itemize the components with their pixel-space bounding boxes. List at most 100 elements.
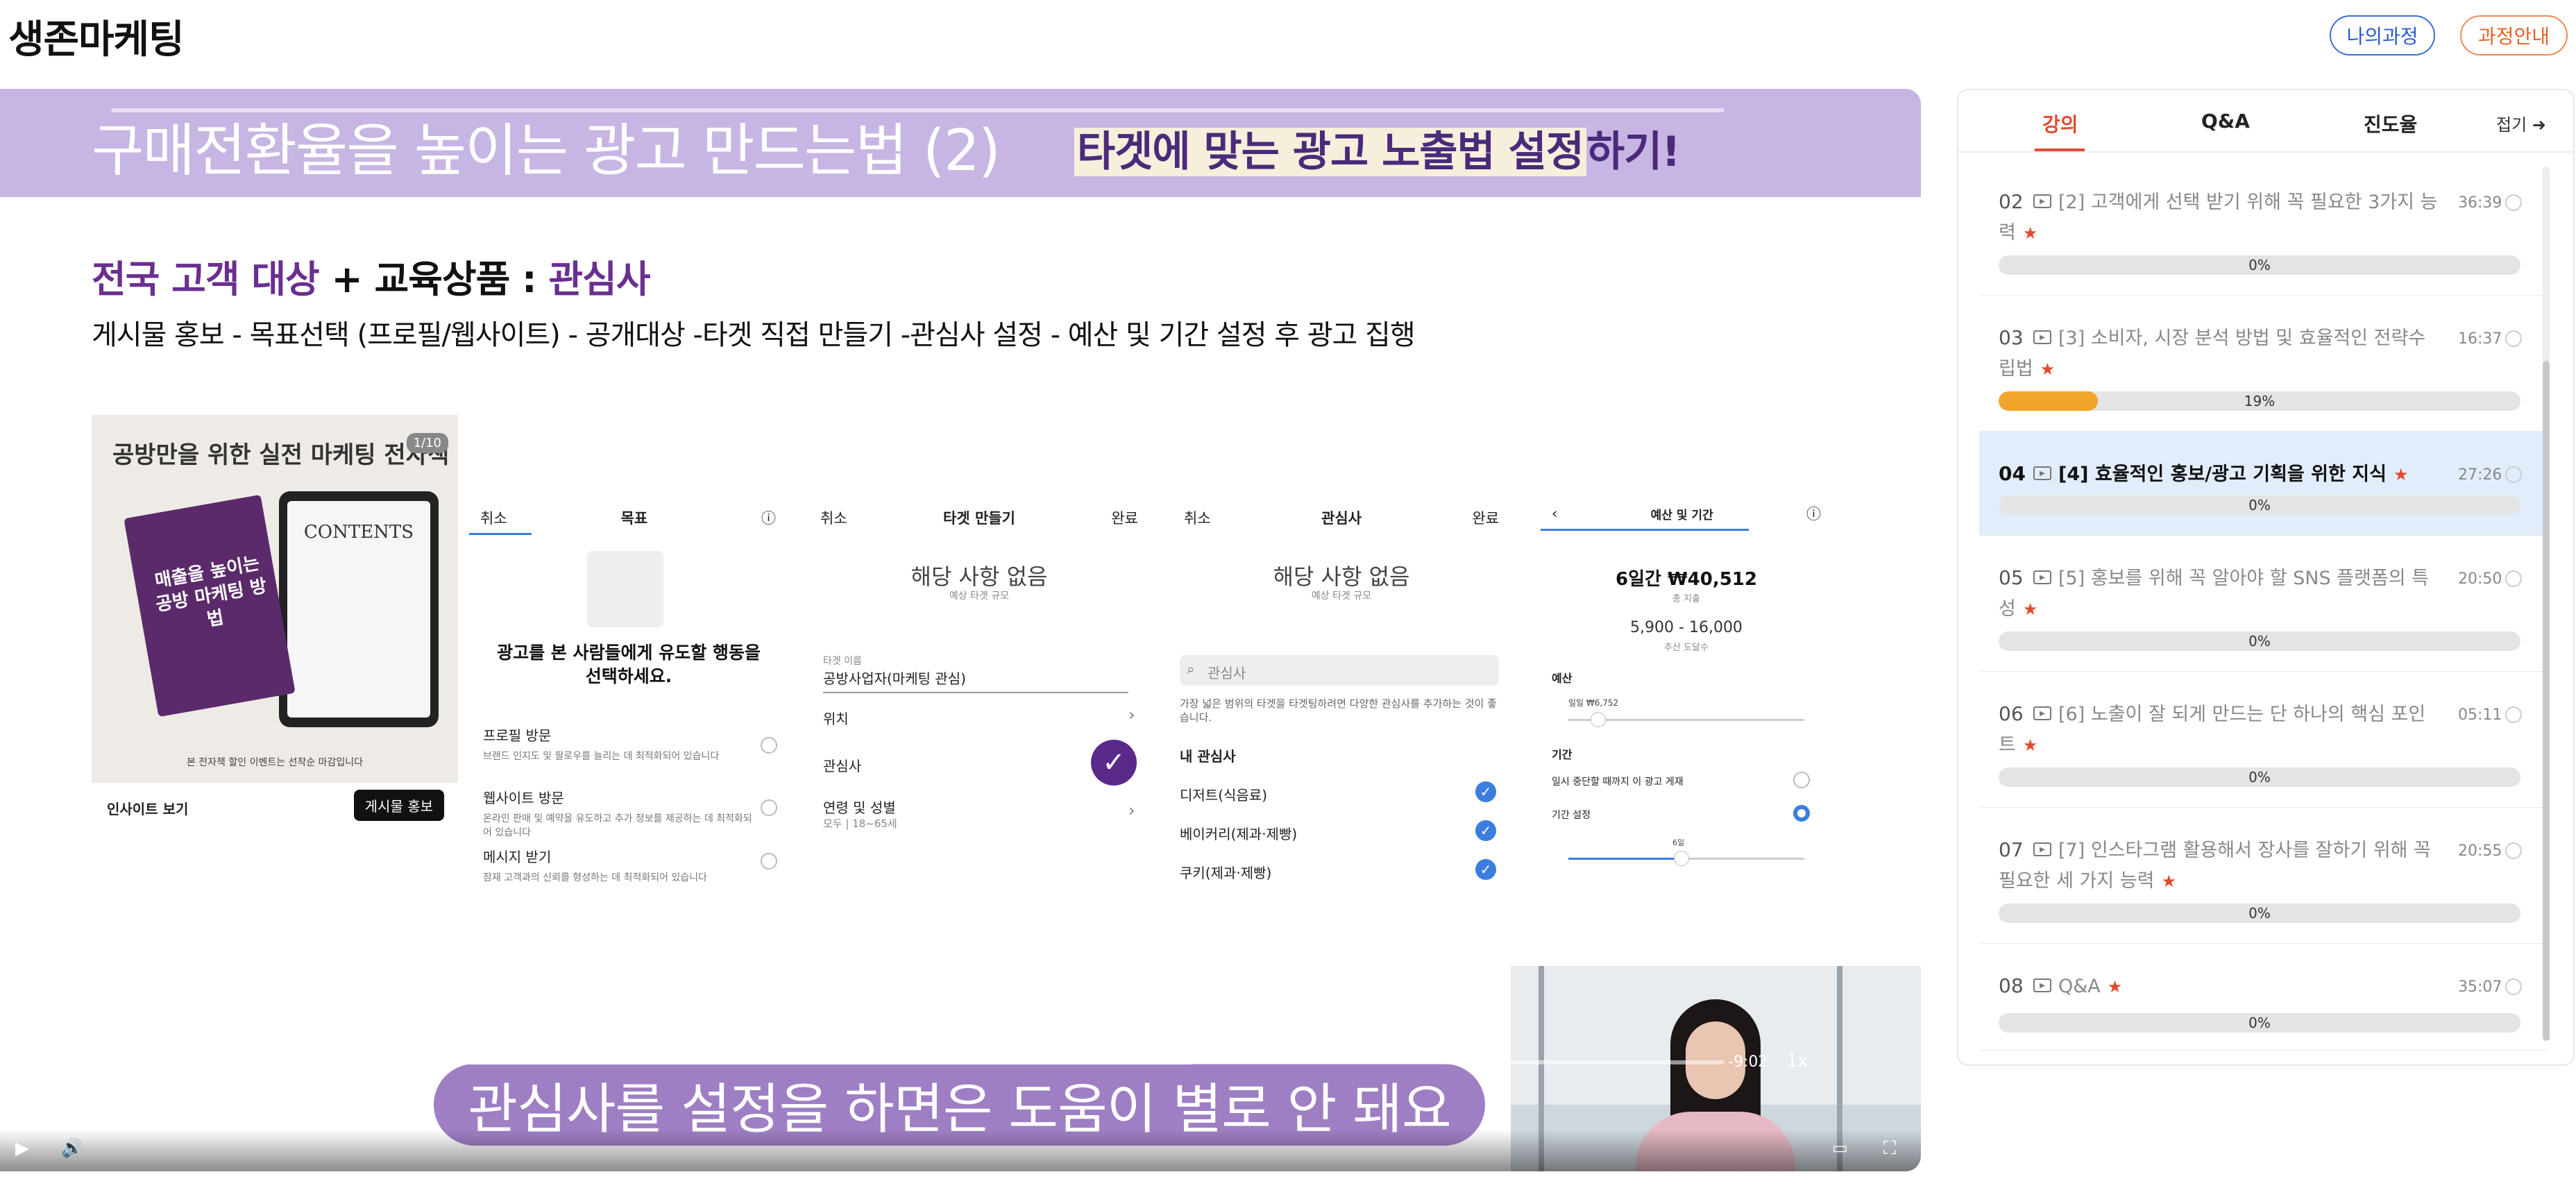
scrollbar-thumb[interactable] (2543, 361, 2550, 1041)
interest-search-field: ⌕ 관심사 (1180, 655, 1499, 686)
seek-bar[interactable] (111, 1060, 1725, 1064)
pause-option: 일시 중단할 때까지 이 광고 게재 (1552, 777, 1684, 788)
contents-heading: CONTENTS (303, 522, 414, 543)
promote-post-button: 게시물 홍보 (353, 790, 444, 821)
brand-logo[interactable]: 생존마케팅 (8, 8, 185, 65)
option-radio (761, 853, 777, 869)
goal-option-2: 웹사이트 방문 온라인 판매 및 예약을 유도하고 추가 정보를 제공하는 데 … (483, 787, 761, 839)
subhead-audience: 전국 고객 대상 (92, 257, 320, 301)
play-icon[interactable]: ▶ (15, 1138, 29, 1159)
interests-header: 취소 관심사 완료 (1173, 502, 1510, 533)
completion-check-icon (2505, 978, 2522, 995)
budget-label: 예산 (1552, 672, 1573, 685)
check-icon: ✓ (1091, 740, 1137, 786)
option-desc: 브랜드 인지도 및 팔로우를 늘리는 데 최적화되어 있습니다 (483, 751, 720, 762)
subhead-mid: + 교육상품 : (319, 257, 549, 301)
set-period-option: 기간 설정 (1552, 810, 1591, 821)
completion-check-icon (2505, 706, 2522, 723)
lesson-duration: 20:50 (2458, 570, 2502, 588)
tab-progress[interactable]: 진도율 (2364, 110, 2417, 137)
lesson-title-text: Q&A (2058, 976, 2101, 997)
lesson-progress-bar: 0% (1999, 495, 2520, 515)
panel-tabs: 강의 Q&A 진도율 접기 ➜ (1958, 90, 2573, 153)
lesson-progress-percent: 0% (2248, 497, 2271, 514)
ebook-thumbnail (587, 551, 663, 627)
info-icon: ⓘ (761, 510, 776, 527)
option-title: 웹사이트 방문 (483, 790, 564, 806)
info-icon: ⓘ (1806, 506, 1821, 523)
lesson-title-text: [4] 효율적인 홍보/광고 기획을 위한 지식 (2058, 464, 2387, 485)
subhead-interest: 관심사 (548, 257, 650, 301)
slide-title: 구매전환율을 높이는 광고 만드는법 (2) (92, 118, 1001, 184)
lesson-row[interactable]: 06 ▶ [6] 노출이 잘 되게 만드는 단 하나의 핵심 포인트 ★ 05:11 0% (1979, 672, 2548, 808)
interest-item: 디저트(식음료) (1180, 787, 1268, 804)
page-count-badge: 1/10 (406, 433, 448, 453)
back-icon: ‹ (1552, 505, 1558, 522)
target-name-value: 공방사업자(마케팅 관심) (823, 668, 1128, 693)
highlight-tail: 하기! (1586, 128, 1681, 176)
budget-total: 6일간 ₩40,512 (1616, 569, 1757, 590)
lesson-progress-bar: 0% (1999, 903, 2520, 923)
lesson-progress-percent: 0% (2248, 769, 2271, 786)
budget-reach: 5,900 - 16,000 (1630, 619, 1743, 636)
lesson-progress-percent: 0% (2248, 257, 2271, 273)
star-icon: ★ (2022, 223, 2038, 243)
tablet-screen: CONTENTS (287, 501, 430, 718)
lesson-title-text: [7] 인스타그램 활용해서 장사를 잘하기 위해 꼭 필요한 세 가지 능력 (1999, 840, 2431, 892)
target-empty-sub: 예상 타겟 규모 (949, 591, 1010, 602)
budget-title: 예산 및 기간 (1650, 508, 1713, 523)
lesson-row[interactable]: 03 ▶ [3] 소비자, 시장 분석 방법 및 효율적인 전략수립법 ★ 16:37 1… (1979, 296, 2548, 432)
option-radio (761, 737, 777, 754)
create-target-screenshot: 취소 타겟 만들기 완료 해당 사항 없음 예상 타겟 규모 타겟 이름 공방사… (809, 502, 1149, 849)
lesson-progress-bar: 0% (1999, 631, 2520, 651)
lesson-title: Q&A ★ (1999, 971, 2443, 1002)
option-title: 프로필 방문 (483, 727, 552, 744)
completion-check-icon (2505, 466, 2522, 483)
star-icon: ★ (2022, 600, 2038, 619)
book-image: 매출을 높이는 공방 마케팅 방법 (124, 494, 296, 718)
lesson-progress-bar: 19% (1999, 391, 2520, 411)
collapse-button[interactable]: 접기 ➜ (2496, 111, 2546, 135)
my-course-button[interactable]: 나의과정 (2330, 15, 2435, 56)
lesson-title: [4] 효율적인 홍보/광고 기획을 위한 지식 ★ (1999, 459, 2443, 490)
lesson-row[interactable]: 08 ▶ Q&A ★ 35:07 0% (1979, 944, 2548, 1051)
fullscreen-icon[interactable]: ⛶ (1883, 1138, 1896, 1160)
course-info-button[interactable]: 과정안내 (2460, 15, 2568, 56)
interest-item: 쿠키(제과·제빵) (1180, 865, 1272, 881)
age-gender-row: 연령 및 성별 (823, 799, 896, 816)
lesson-duration: 16:37 (2458, 330, 2502, 348)
lesson-title: [6] 노출이 잘 되게 만드는 단 하나의 핵심 포인트 ★ (1999, 699, 2443, 761)
check-icon: ✓ (1475, 781, 1496, 802)
progress-bar-placeholder (111, 108, 1725, 112)
completion-check-icon (2505, 842, 2522, 859)
lesson-title: [3] 소비자, 시장 분석 방법 및 효율적인 전략수립법 ★ (1999, 323, 2443, 384)
lesson-row[interactable]: 05 ▶ [5] 홍보를 위해 꼭 알아야 할 SNS 플랫폼의 특성 ★ 20:50 0… (1979, 536, 2548, 672)
lesson-duration: 20:55 (2458, 842, 2502, 860)
lesson-progress-percent: 0% (2248, 905, 2271, 922)
lesson-duration: 05:11 (2458, 706, 2502, 724)
video-player[interactable]: 구매전환율을 높이는 광고 만드는법 (2) 타겟에 맞는 광고 노출법 설정하… (0, 89, 1921, 1171)
book-title: 매출을 높이는 공방 마케팅 방법 (153, 552, 269, 631)
interests-done: 완료 (1472, 510, 1499, 527)
goal-option-3: 메시지 받기 잠재 고객과의 신뢰를 형성하는 데 최적화되어 있습니다 (483, 846, 761, 884)
lesson-title-text: [2] 고객에게 선택 받기 위해 꼭 필요한 3가지 능력 (1999, 192, 2438, 244)
pip-icon[interactable]: ▭ (1832, 1138, 1848, 1157)
playback-speed-button[interactable]: 1x (1786, 1051, 1808, 1071)
budget-header: ‹ 예산 및 기간 ⓘ (1541, 498, 1832, 529)
target-title: 타겟 만들기 (943, 510, 1015, 527)
option-desc: 온라인 판매 및 예약을 유도하고 추가 정보를 제공하는 데 최적화되어 있습… (483, 813, 752, 838)
lesson-row[interactable]: 02 ▶ [2] 고객에게 선택 받기 위해 꼭 필요한 3가지 능력 ★ 36:39 0… (1979, 160, 2548, 296)
goal-option-1: 프로필 방문 브랜드 인지도 및 팔로우를 늘리는 데 최적화되어 있습니다 (483, 724, 761, 763)
lesson-title: [7] 인스타그램 활용해서 장사를 잘하기 위해 꼭 필요한 세 가지 능력 ★ (1999, 835, 2443, 897)
panel-scrollbar[interactable] (2543, 167, 2550, 1041)
volume-icon[interactable]: 🔊 (61, 1138, 83, 1159)
lesson-progress-bar: 0% (1999, 1013, 2520, 1033)
lesson-row[interactable]: 07 ▶ [7] 인스타그램 활용해서 장사를 잘하기 위해 꼭 필요한 세 가지 … (1979, 808, 2548, 944)
lesson-row[interactable]: 04 ▶ [4] 효율적인 홍보/광고 기획을 위한 지식 ★ 27:26 0% (1979, 432, 2548, 536)
tab-lectures[interactable]: 강의 (2042, 110, 2078, 137)
goal-heading: 광고를 본 사람들에게 유도할 행동을 선택하세요. (497, 643, 761, 686)
instagram-post-screenshot: 공방만을 위한 실전 마케팅 전자책 1/10 CONTENTS 매출을 높이는… (92, 415, 458, 824)
tab-qna[interactable]: Q&A (2201, 110, 2250, 133)
lesson-title-text: [3] 소비자, 시장 분석 방법 및 효율적인 전략수립법 (1999, 328, 2426, 380)
tablet-image: CONTENTS (279, 491, 439, 727)
